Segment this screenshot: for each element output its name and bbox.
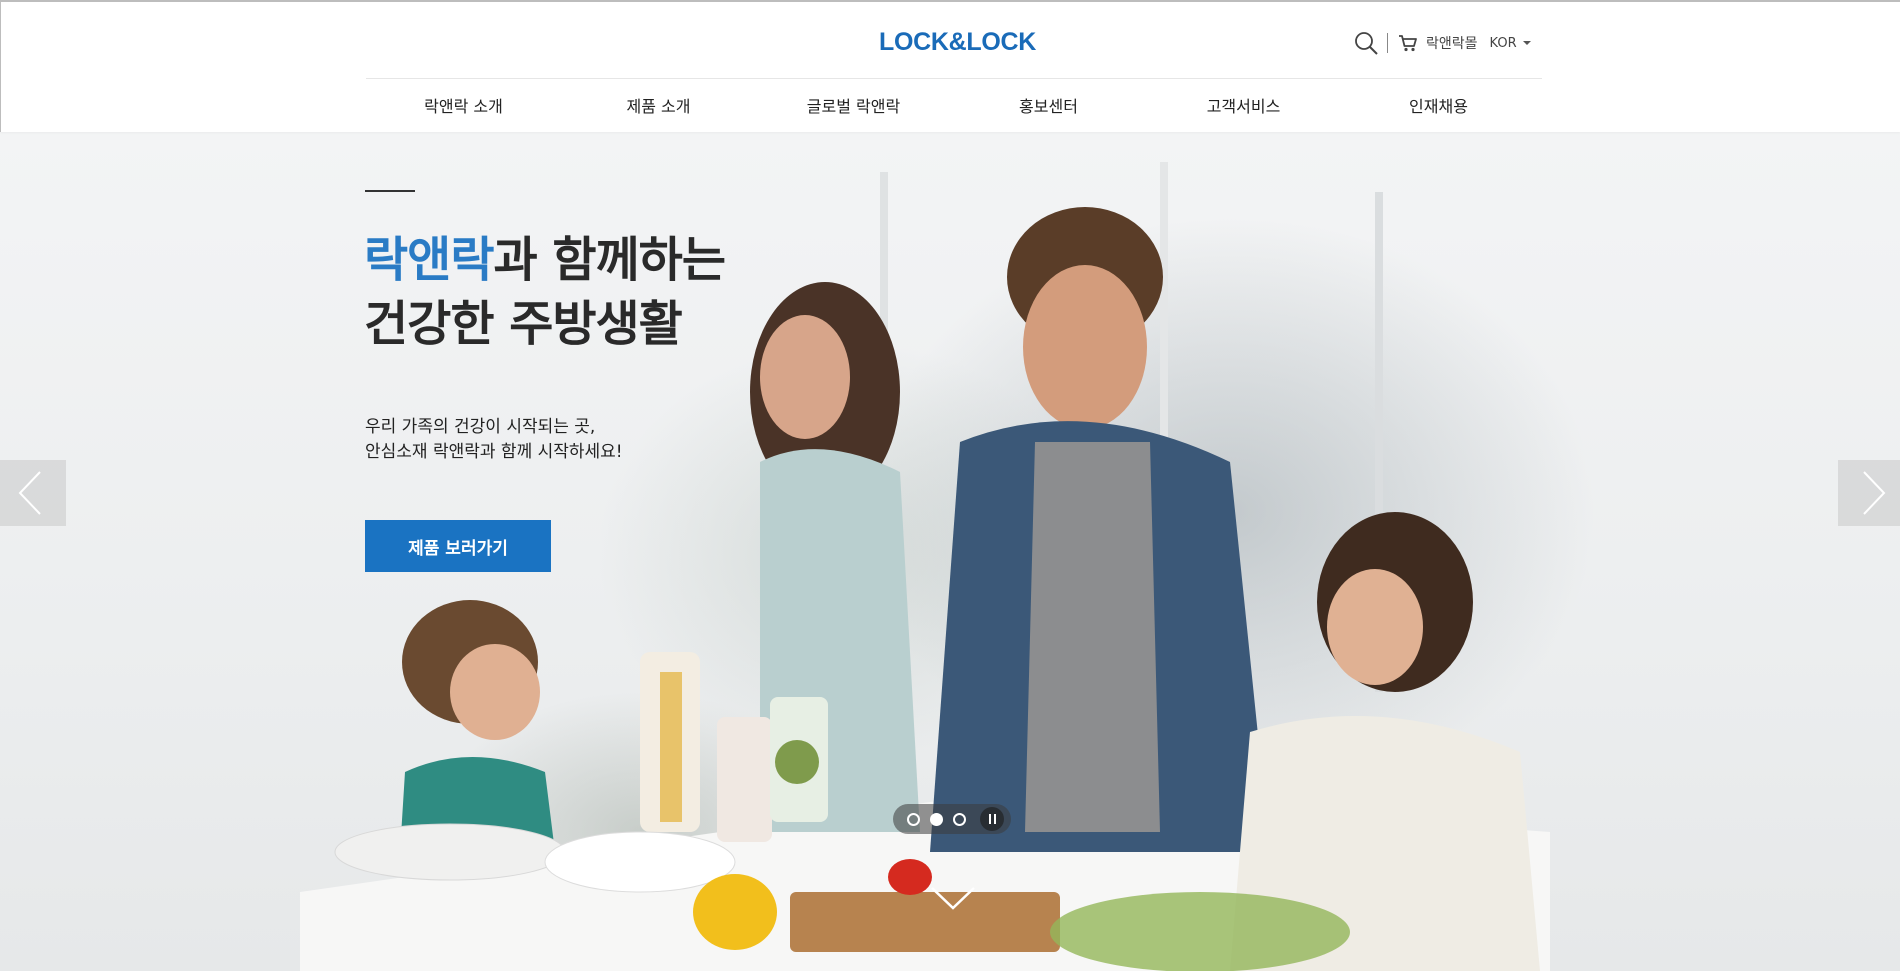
chevron-right-icon: [1863, 471, 1886, 515]
subcopy-line1: 우리 가족의 건강이 시작되는 곳,: [365, 417, 596, 437]
site-header: LOCK&LOCK 락앤락몰 KOR 락앤락 소개 제품 소개 글로벌 락앤락 …: [0, 0, 1900, 132]
view-products-button[interactable]: 제품 보러가기: [365, 520, 551, 572]
cart-icon: [1399, 35, 1417, 52]
nav-item-about[interactable]: 락앤락 소개: [366, 79, 561, 134]
hero-slider: 락앤락과 함께하는 건강한 주방생활 우리 가족의 건강이 시작되는 곳, 안심…: [0, 132, 1900, 971]
slide-dot-3[interactable]: [953, 812, 966, 826]
scroll-down-button[interactable]: [928, 882, 978, 912]
chevron-down-icon: [931, 887, 975, 910]
subcopy-line2: 안심소재 락앤락과 함께 시작하세요!: [365, 442, 623, 462]
slide-pager: [893, 804, 1011, 834]
nav-item-customer-service[interactable]: 고객서비스: [1146, 79, 1341, 134]
util-divider: [1387, 33, 1388, 53]
utility-menu: 락앤락몰 KOR: [1353, 30, 1531, 56]
chevron-left-icon: [18, 471, 41, 515]
headline-line2: 건강한 주방생활: [364, 296, 683, 352]
hero-headline: 락앤락과 함께하는 건강한 주방생활: [364, 228, 726, 356]
headline-rest: 과 함께하는: [493, 232, 726, 288]
mall-link[interactable]: 락앤락몰: [1398, 33, 1478, 53]
nav-item-products[interactable]: 제품 소개: [561, 79, 756, 134]
next-slide-button[interactable]: [1838, 460, 1900, 526]
headline-accent: 락앤락: [364, 232, 494, 288]
slide-dot-1[interactable]: [907, 812, 920, 826]
slide-dot-2[interactable]: [930, 812, 943, 826]
mall-label: 락앤락몰: [1426, 36, 1478, 52]
language-select[interactable]: KOR: [1490, 36, 1531, 51]
hero-photo: [300, 162, 1550, 971]
headline-rule: [365, 190, 415, 192]
caret-down-icon: [1522, 41, 1531, 45]
pause-icon[interactable]: [980, 807, 1004, 831]
nav-item-pr-center[interactable]: 홍보센터: [951, 79, 1146, 134]
hero-subcopy: 우리 가족의 건강이 시작되는 곳, 안심소재 락앤락과 함께 시작하세요!: [365, 415, 623, 465]
search-icon[interactable]: [1353, 30, 1379, 56]
nav-item-careers[interactable]: 인재채용: [1341, 79, 1536, 134]
nav-item-global[interactable]: 글로벌 락앤락: [756, 79, 951, 134]
language-label: KOR: [1489, 35, 1517, 51]
brand-logo[interactable]: LOCK&LOCK: [879, 28, 1036, 57]
prev-slide-button[interactable]: [0, 460, 66, 526]
main-nav: 락앤락 소개 제품 소개 글로벌 락앤락 홍보센터 고객서비스 인재채용: [366, 78, 1542, 134]
